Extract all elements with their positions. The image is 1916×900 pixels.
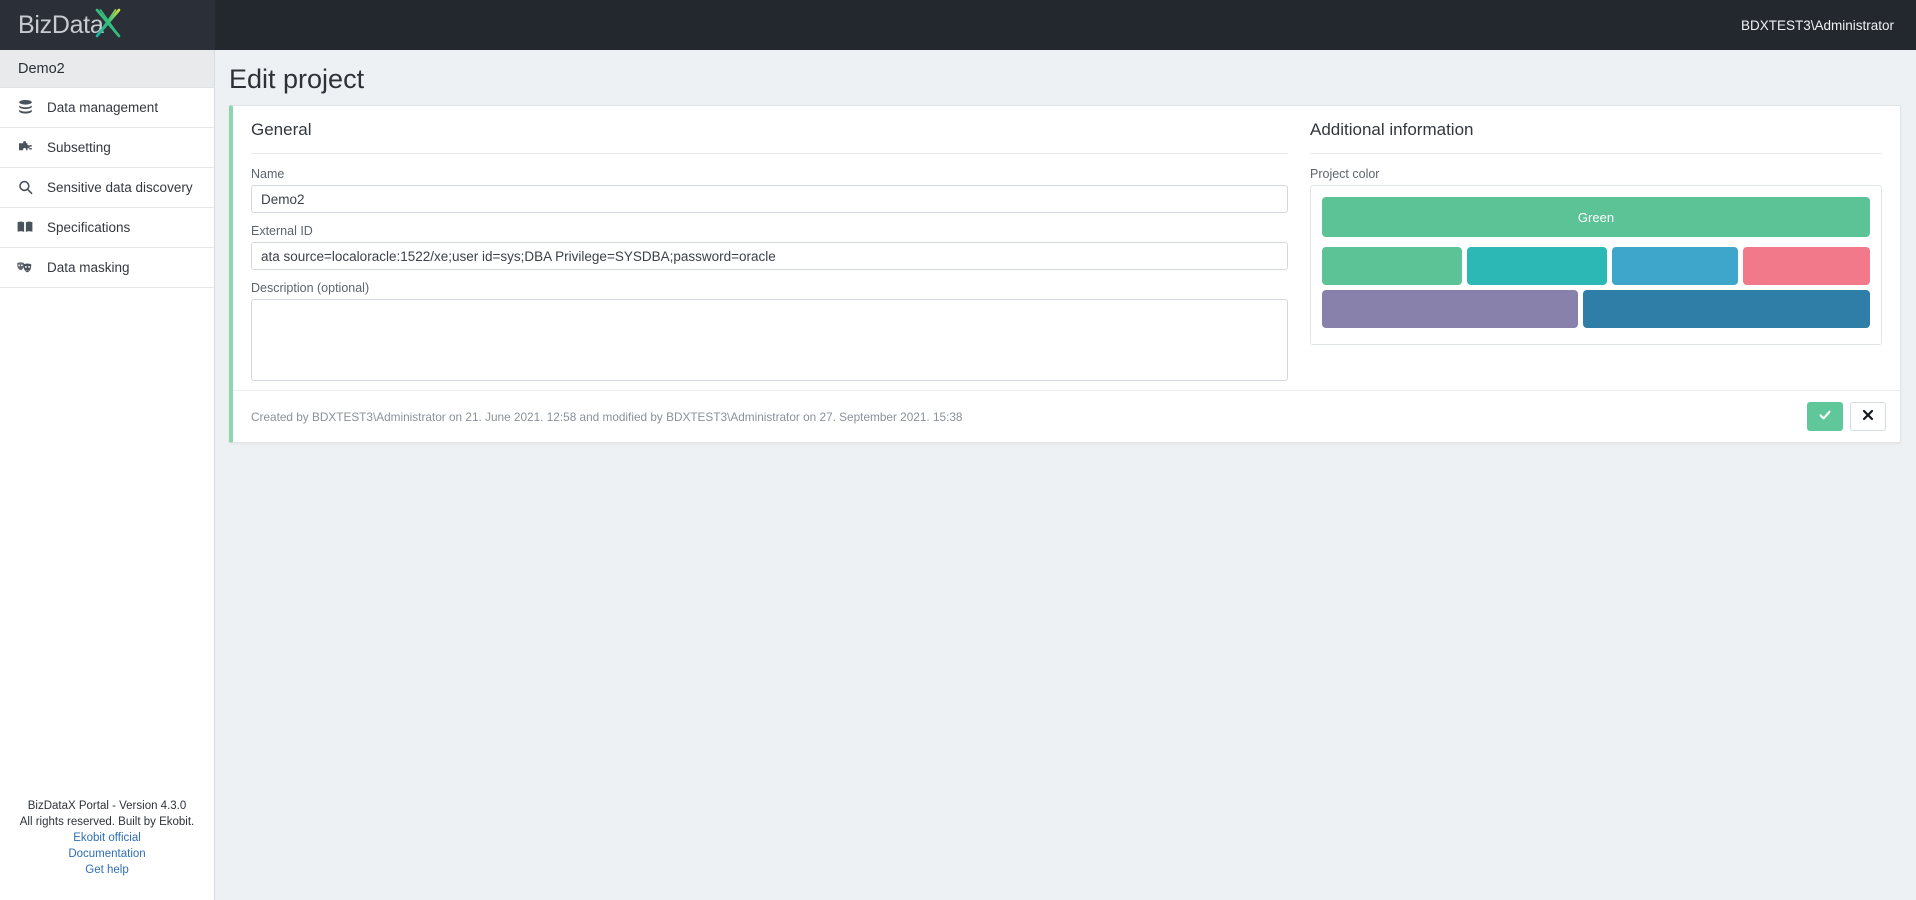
- page-title: Edit project: [229, 64, 365, 94]
- external-id-label: External ID: [251, 224, 313, 238]
- puzzle-piece-icon: [12, 137, 38, 159]
- sidebar-item-data-masking[interactable]: Data masking: [0, 248, 214, 288]
- database-icon: [12, 97, 38, 119]
- search-icon: [12, 177, 38, 199]
- additional-information-section: Additional information Project color Gre…: [1288, 106, 1900, 391]
- footer-version: BizDataX Portal - Version 4.3.0: [27, 800, 187, 812]
- sidebar: Demo2 Data management Subsetting Sensiti…: [0, 50, 215, 900]
- description-field-block: Description (optional): [251, 281, 1288, 386]
- general-section: General Name External ID Description (op…: [233, 106, 1288, 391]
- check-icon: [1818, 408, 1832, 425]
- sidebar-item-subsetting[interactable]: Subsetting: [0, 128, 214, 168]
- color-swatch-purple[interactable]: [1322, 290, 1579, 328]
- color-swatch-blue[interactable]: [1611, 247, 1739, 285]
- description-textarea[interactable]: [251, 299, 1288, 381]
- color-swatch-teal[interactable]: [1466, 247, 1607, 285]
- current-user-label[interactable]: BDXTEST3\Administrator: [1741, 18, 1916, 33]
- sidebar-item-sensitive-data-discovery[interactable]: Sensitive data discovery: [0, 168, 214, 208]
- book-icon: [12, 217, 38, 239]
- sidebar-item-label: Data masking: [47, 260, 130, 275]
- project-color-label: Project color: [1310, 167, 1380, 181]
- audit-meta-text: Created by BDXTEST3\Administrator on 21.…: [251, 409, 963, 424]
- logo-x-icon: [91, 6, 125, 45]
- cancel-button[interactable]: [1850, 402, 1886, 431]
- color-swatch-dark-blue[interactable]: [1583, 290, 1870, 328]
- color-swatch-green[interactable]: [1322, 247, 1462, 285]
- top-bar: BizData BDXTEST3\Administrator: [0, 0, 1916, 50]
- app-logo[interactable]: BizData: [0, 0, 215, 50]
- additional-section-title: Additional information: [1310, 120, 1882, 154]
- sidebar-item-label: Sensitive data discovery: [47, 180, 193, 195]
- footer-actions: [1807, 402, 1886, 431]
- selected-color-swatch[interactable]: Green: [1322, 197, 1870, 237]
- sidebar-item-label: Specifications: [47, 220, 131, 235]
- footer-link-documentation[interactable]: Documentation: [0, 846, 214, 862]
- sidebar-item-label: Data management: [47, 100, 159, 115]
- external-id-input[interactable]: [251, 242, 1288, 270]
- external-id-field-block: External ID: [251, 224, 1288, 270]
- footer-link-get-help[interactable]: Get help: [0, 862, 214, 878]
- palette-row-1: [1322, 247, 1870, 285]
- save-button[interactable]: [1807, 402, 1843, 431]
- theater-masks-icon: [12, 257, 38, 279]
- name-input[interactable]: [251, 185, 1288, 213]
- footer-link-ekobit-official[interactable]: Ekobit official: [0, 830, 214, 846]
- card-footer: Created by BDXTEST3\Administrator on 21.…: [233, 390, 1900, 442]
- description-label: Description (optional): [251, 281, 370, 295]
- palette-row-2: [1322, 290, 1870, 328]
- main-content: Edit project General Name External ID De…: [215, 50, 1916, 900]
- sidebar-item-specifications[interactable]: Specifications: [0, 208, 214, 248]
- name-field-block: Name: [251, 167, 1288, 213]
- name-label: Name: [251, 167, 285, 181]
- sidebar-item-data-management[interactable]: Data management: [0, 88, 214, 128]
- sidebar-footer: BizDataX Portal - Version 4.3.0 All righ…: [0, 798, 214, 878]
- edit-project-card: General Name External ID Description (op…: [229, 105, 1901, 443]
- sidebar-item-label: Subsetting: [47, 140, 111, 155]
- project-color-picker: Green: [1310, 185, 1882, 345]
- footer-rights: All rights reserved. Built by Ekobit.: [19, 816, 195, 828]
- sidebar-project-name[interactable]: Demo2: [0, 50, 214, 88]
- color-swatch-red[interactable]: [1743, 247, 1870, 285]
- general-section-title: General: [251, 120, 1288, 154]
- close-icon: [1862, 409, 1874, 424]
